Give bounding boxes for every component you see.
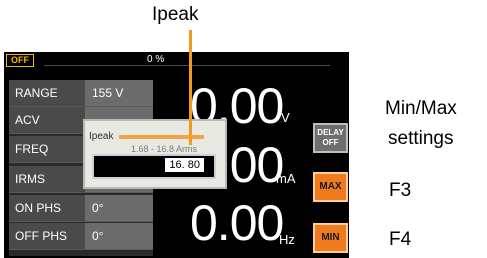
delay-off-button[interactable]: DELAY OFF <box>313 123 348 153</box>
param-label: IRMS <box>9 166 85 192</box>
param-value: 0° <box>85 223 153 249</box>
popup-title: Ipeak <box>89 131 114 142</box>
popup-range-text: 1.68 - 16.8 Arms <box>131 144 198 154</box>
delay-label: DELAY <box>317 128 344 137</box>
frequency-unit: Hz <box>279 232 295 247</box>
param-row-range[interactable]: RANGE 155 V <box>9 80 153 107</box>
param-label: RANGE <box>9 80 85 106</box>
frequency-reading: 0.00 <box>190 195 284 251</box>
ipeak-input-value: 16. 80 <box>165 158 204 172</box>
current-unit: mA <box>276 171 296 186</box>
max-button[interactable]: MAX <box>313 172 348 202</box>
percent-indicator: 0 % <box>147 54 165 65</box>
f3-callout-label: F3 <box>389 180 412 201</box>
f4-callout-label: F4 <box>389 229 412 250</box>
voltage-unit: V <box>281 110 290 125</box>
minmax-callout-line1: Min/Max <box>385 98 457 119</box>
delay-state: OFF <box>322 138 339 147</box>
instrument-screen: OFF 0 % RANGE 155 V ACV FREQ IRMS ON PHS… <box>4 52 349 258</box>
param-label: ACV <box>9 107 85 133</box>
minmax-callout-line2: settings <box>388 128 454 149</box>
status-bar: OFF 0 % <box>4 52 349 67</box>
param-label: ON PHS <box>9 195 85 221</box>
min-button[interactable]: MIN <box>313 223 348 253</box>
ipeak-callout-label: Ipeak <box>152 4 199 25</box>
ipeak-input-field[interactable]: 16. 80 <box>92 154 216 179</box>
param-value: 0° <box>85 195 153 221</box>
ipeak-popup: Ipeak 1.68 - 16.8 Arms 16. 80 <box>83 119 227 189</box>
param-label: FREQ <box>9 136 85 162</box>
ipeak-callout-line <box>189 30 192 145</box>
status-bar-divider <box>44 65 330 66</box>
param-label: OFF PHS <box>9 223 85 249</box>
output-status-badge: OFF <box>6 54 34 67</box>
param-value: 155 V <box>85 80 153 106</box>
param-row-off-phase[interactable]: OFF PHS 0° <box>9 223 153 250</box>
param-row-on-phase[interactable]: ON PHS 0° <box>9 195 153 222</box>
